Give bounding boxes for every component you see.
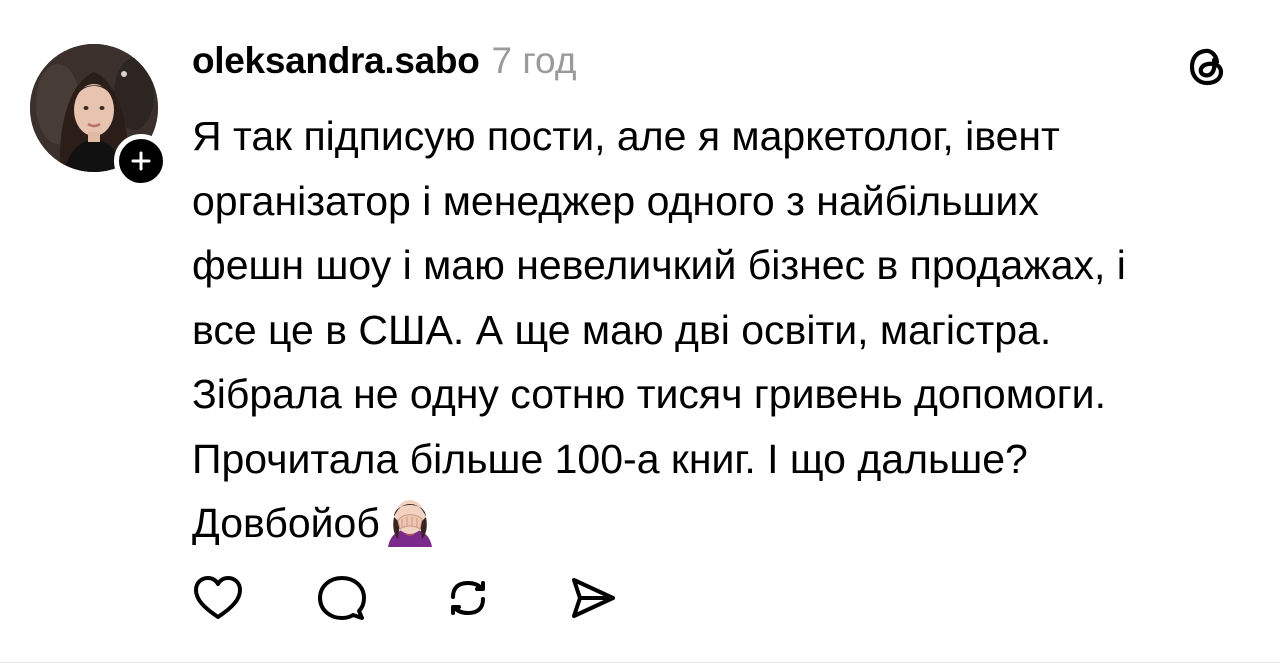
like-button[interactable]	[190, 572, 246, 624]
post-header: oleksandra.sabo 7 год	[192, 40, 576, 96]
post-text: Я так підписую пости, але я маркетолог, …	[192, 113, 1126, 546]
post-body: Я так підписую пости, але я маркетолог, …	[192, 104, 1252, 556]
plus-icon	[131, 151, 151, 171]
heart-icon	[194, 576, 242, 619]
reply-button[interactable]	[314, 572, 370, 624]
follow-button[interactable]	[114, 134, 168, 188]
timestamp[interactable]: 7 год	[492, 40, 577, 82]
comment-icon	[318, 576, 366, 620]
woman-facepalming-icon	[382, 495, 438, 547]
threads-logo-icon	[1189, 48, 1224, 86]
repost-icon	[451, 581, 485, 615]
repost-button[interactable]	[440, 572, 496, 624]
share-button[interactable]	[564, 572, 620, 624]
divider	[0, 662, 1280, 663]
avatar-container[interactable]	[30, 44, 168, 188]
username[interactable]: oleksandra.sabo	[192, 40, 480, 82]
send-icon	[572, 578, 615, 618]
